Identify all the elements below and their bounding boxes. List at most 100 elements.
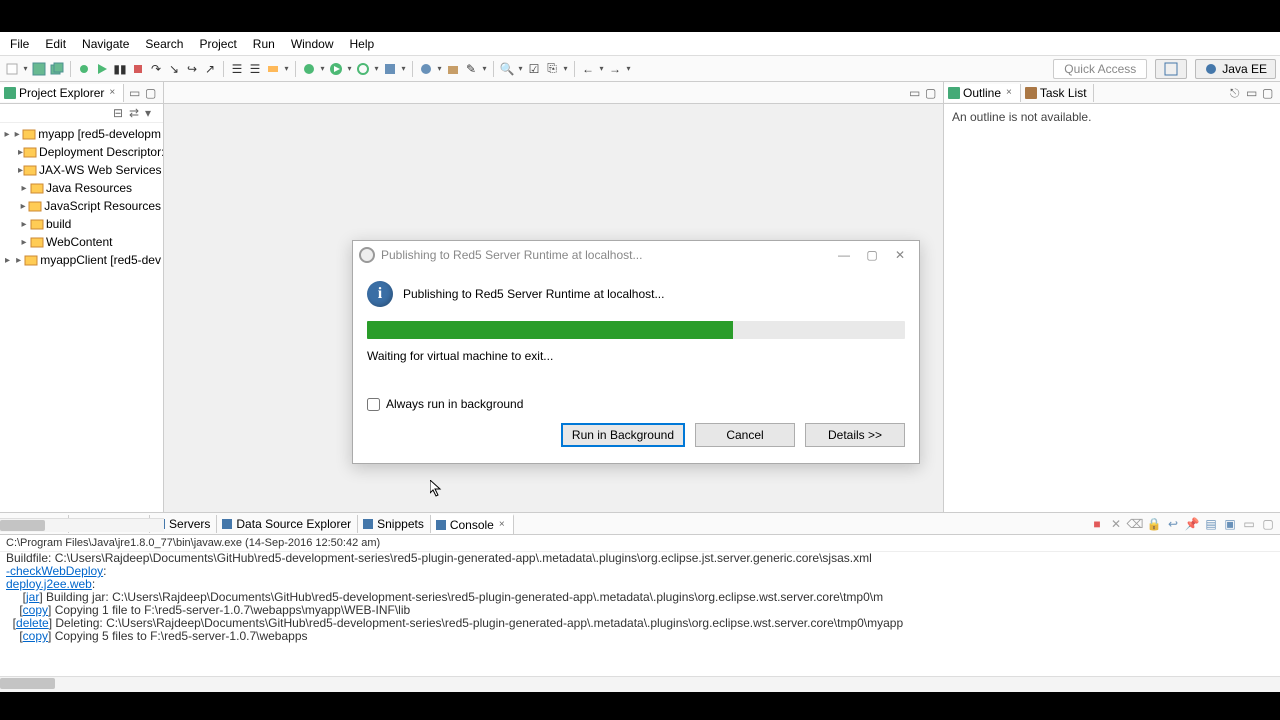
step-over-icon[interactable]: ↪ (184, 61, 200, 77)
forward-dropdown[interactable] (625, 61, 632, 77)
debug-icon[interactable] (76, 61, 92, 77)
details-button[interactable]: Details >> (805, 423, 905, 447)
tab-close-icon[interactable]: × (1004, 87, 1014, 98)
pause-icon[interactable]: ▮▮ (112, 61, 128, 77)
menu-search[interactable]: Search (137, 34, 191, 54)
console-link[interactable]: -checkWebDeploy (6, 564, 103, 578)
editor-minimize-icon[interactable]: ▭ (909, 86, 923, 100)
tab-close-icon[interactable]: × (497, 519, 507, 530)
new-dropdown[interactable] (22, 61, 29, 77)
new-server-icon[interactable] (265, 61, 281, 77)
run-green-icon[interactable] (328, 61, 344, 77)
run-last-icon[interactable] (355, 61, 371, 77)
collapse-all-icon[interactable]: ⊟ (113, 106, 127, 120)
focus-icon[interactable]: ⎋ (1230, 86, 1244, 100)
quick-access-field[interactable]: Quick Access (1053, 59, 1147, 79)
stop-icon[interactable] (130, 61, 146, 77)
menu-edit[interactable]: Edit (37, 34, 74, 54)
step-icon[interactable]: ↷ (148, 61, 164, 77)
maximize-icon[interactable]: ▢ (1260, 516, 1276, 532)
console-link[interactable]: delete (16, 616, 49, 630)
step-return-icon[interactable]: ↗ (202, 61, 218, 77)
save-all-icon[interactable] (49, 61, 65, 77)
tab-console[interactable]: Console× (431, 514, 514, 534)
clear-icon[interactable]: ⌫ (1127, 516, 1143, 532)
nav-dropdown[interactable] (562, 61, 569, 77)
task-icon[interactable]: ☑ (526, 61, 542, 77)
expand-icon[interactable]: ▸ (18, 219, 30, 230)
outdent-icon[interactable]: ☰ (247, 61, 263, 77)
console-link[interactable]: copy (23, 603, 48, 617)
tree-item[interactable]: ▸▸myapp [red5-developm (2, 125, 161, 143)
console-link[interactable]: deploy.j2ee.web (6, 577, 92, 591)
run-play-icon[interactable] (94, 61, 110, 77)
menu-help[interactable]: Help (342, 34, 383, 54)
server-dropdown[interactable] (283, 61, 290, 77)
tab-task-list[interactable]: Task List (1021, 84, 1094, 102)
external-tools-icon[interactable] (382, 61, 398, 77)
nav-icon[interactable]: ⎘ (544, 61, 560, 77)
perspective-javaee-button[interactable]: Java EE (1195, 59, 1276, 79)
view-menu-icon[interactable]: ▾ (145, 106, 159, 120)
minimize-icon[interactable]: ▭ (1241, 516, 1257, 532)
expand-icon[interactable]: ▸ (18, 183, 30, 194)
tab-snippets[interactable]: Snippets (358, 515, 431, 533)
dialog-close-icon[interactable]: ✕ (887, 245, 913, 265)
tree-item[interactable]: ▸WebContent (2, 233, 161, 251)
tree-item[interactable]: ▸build (2, 215, 161, 233)
menu-project[interactable]: Project (191, 34, 244, 54)
remove-all-icon[interactable]: ✕ (1108, 516, 1124, 532)
indent-icon[interactable]: ☰ (229, 61, 245, 77)
menu-file[interactable]: File (2, 34, 37, 54)
new-web-icon[interactable] (418, 61, 434, 77)
tree-item[interactable]: ▸Deployment Descriptor: (2, 143, 161, 161)
dialog-minimize-icon[interactable]: — (831, 245, 857, 265)
minimize-icon[interactable]: ▭ (1246, 86, 1260, 100)
cancel-button[interactable]: Cancel (695, 423, 795, 447)
wand-dropdown[interactable] (481, 61, 488, 77)
expand-icon[interactable]: ▸ (18, 201, 28, 212)
expand-icon[interactable]: ▸ (18, 237, 30, 248)
perspective-open-icon[interactable] (1155, 59, 1187, 79)
package-icon[interactable] (445, 61, 461, 77)
step-into-icon[interactable]: ↘ (166, 61, 182, 77)
display-selected-icon[interactable]: ▤ (1203, 516, 1219, 532)
menu-run[interactable]: Run (245, 34, 283, 54)
run-last-dropdown[interactable] (373, 61, 380, 77)
link-editor-icon[interactable]: ⇄ (129, 106, 143, 120)
console-link[interactable]: copy (23, 629, 48, 643)
menu-window[interactable]: Window (283, 34, 342, 54)
web-dropdown[interactable] (436, 61, 443, 77)
tree-item[interactable]: ▸▸myappClient [red5-dev (2, 251, 161, 269)
run-in-background-button[interactable]: Run in Background (561, 423, 685, 447)
word-wrap-icon[interactable]: ↩ (1165, 516, 1181, 532)
tab-data-source-explorer[interactable]: Data Source Explorer (217, 515, 358, 533)
new-icon[interactable] (4, 61, 20, 77)
console-link[interactable]: jar (26, 590, 39, 604)
run-dropdown[interactable] (346, 61, 353, 77)
dialog-titlebar[interactable]: Publishing to Red5 Server Runtime at loc… (353, 241, 919, 269)
expand-icon[interactable]: ▸ (2, 129, 12, 140)
back-dropdown[interactable] (598, 61, 605, 77)
pin-icon[interactable]: 📌 (1184, 516, 1200, 532)
tab-outline[interactable]: Outline × (944, 84, 1021, 102)
debug-bug-icon[interactable] (301, 61, 317, 77)
forward-nav-icon[interactable]: → (607, 61, 623, 77)
expand-icon[interactable]: ▸ (12, 129, 22, 140)
save-icon[interactable] (31, 61, 47, 77)
expand-icon[interactable]: ▸ (2, 255, 13, 266)
always-background-checkbox[interactable] (367, 398, 380, 411)
dialog-maximize-icon[interactable]: ▢ (859, 245, 885, 265)
back-nav-icon[interactable]: ← (580, 61, 596, 77)
ext-dropdown[interactable] (400, 61, 407, 77)
tab-project-explorer[interactable]: Project Explorer × (0, 84, 124, 102)
project-explorer-h-scrollbar[interactable] (0, 518, 164, 532)
tree-item[interactable]: ▸JavaScript Resources (2, 197, 161, 215)
open-console-icon[interactable]: ▣ (1222, 516, 1238, 532)
maximize-icon[interactable]: ▢ (1262, 86, 1276, 100)
expand-icon[interactable]: ▸ (13, 255, 24, 266)
tree-item[interactable]: ▸JAX-WS Web Services (2, 161, 161, 179)
tree-item[interactable]: ▸Java Resources (2, 179, 161, 197)
tab-close-icon[interactable]: × (107, 87, 117, 98)
menu-navigate[interactable]: Navigate (74, 34, 137, 54)
